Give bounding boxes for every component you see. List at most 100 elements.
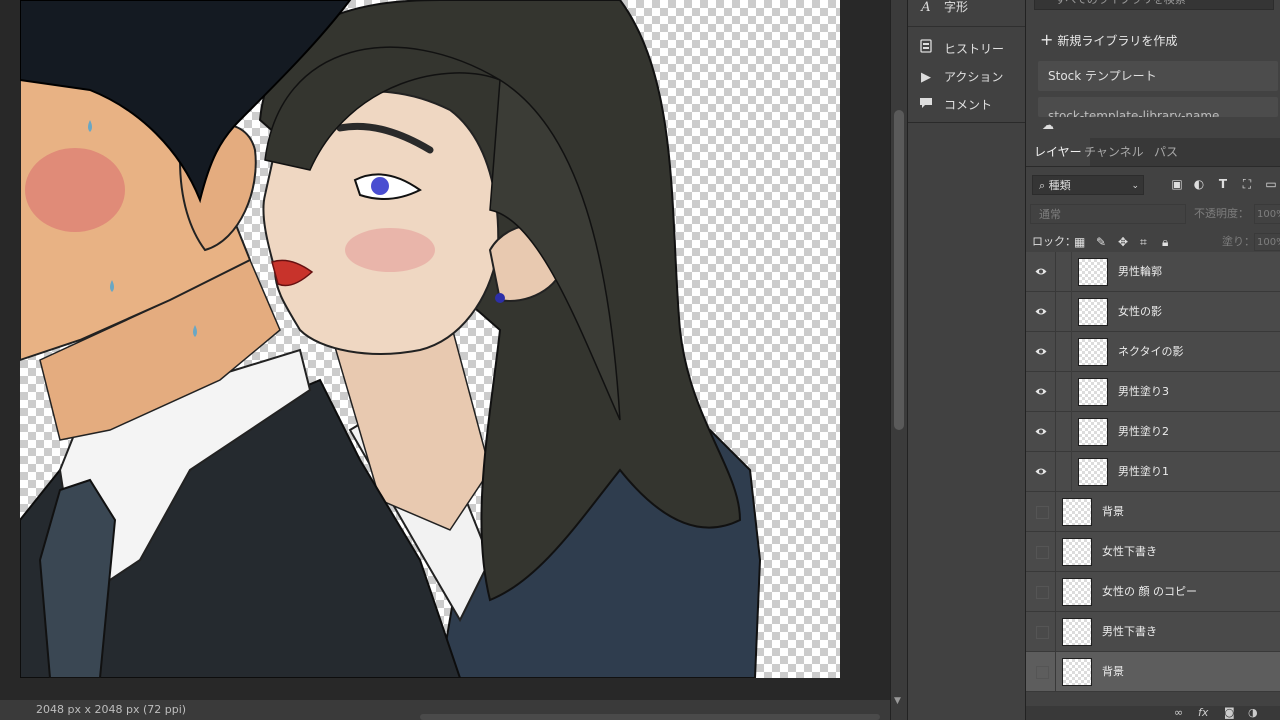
layer-row[interactable]: 女性の影 [1026,292,1280,332]
artwork-illustration [20,0,762,678]
layer-row[interactable]: 男性輪郭 [1026,252,1280,292]
search-icon: ⌕ [1039,179,1046,192]
layer-thumbnail[interactable] [1062,538,1092,566]
blend-opacity-row: 通常 不透明度： 100% [1026,202,1280,226]
layer-visibility-toggle[interactable] [1026,292,1056,332]
layer-filter-select[interactable]: ⌕ 種類 ⌄ [1032,175,1144,195]
layer-name[interactable]: 背景 [1102,492,1124,532]
lock-move-icon[interactable]: ✥ [1118,232,1128,252]
lock-all-icon[interactable]: 🔒︎ [1162,232,1168,252]
layer-row[interactable]: 女性の 顔 のコピー [1026,572,1280,612]
panel-glyphs[interactable]: A 字形 [918,0,968,18]
filter-type-icon[interactable]: T [1216,176,1230,192]
layer-visibility-toggle[interactable] [1026,532,1056,572]
layer-thumbnail[interactable] [1078,418,1108,446]
filter-smart-object-icon[interactable]: ▭ [1264,176,1278,192]
layer-row[interactable]: 男性塗り3 [1026,372,1280,412]
filter-shape-icon[interactable]: ⛶ [1240,176,1254,192]
layer-thumbnail[interactable] [1078,458,1108,486]
chevron-down-icon: ⌄ [1131,181,1139,191]
lock-transparent-icon[interactable]: ▦ [1074,232,1085,252]
layer-thumbnail[interactable] [1062,498,1092,526]
layer-name[interactable]: 男性輪郭 [1118,252,1162,292]
clipping-indent [1056,332,1072,372]
layer-row[interactable]: 男性下書き [1026,612,1280,652]
clipping-indent [1056,452,1072,492]
layer-thumbnail[interactable] [1078,258,1108,286]
panel-actions[interactable]: ▶ アクション [918,66,1003,88]
layer-visibility-toggle[interactable] [1026,612,1056,652]
layer-row[interactable]: 背景 [1026,652,1280,692]
layer-name[interactable]: 女性の 顔 のコピー [1102,572,1197,612]
scroll-down-icon[interactable]: ▼ [894,696,901,706]
layer-name[interactable]: 男性塗り3 [1118,372,1169,412]
canvas-area[interactable]: 2048 px x 2048 px (72 ppi) [0,0,890,720]
history-icon [918,39,934,61]
layer-name[interactable]: 背景 [1102,652,1124,692]
lock-paint-icon[interactable]: ✎ [1096,232,1106,252]
layer-thumbnail[interactable] [1062,658,1092,686]
layer-name[interactable]: ネクタイの影 [1118,332,1184,372]
layer-visibility-toggle[interactable] [1026,652,1056,692]
hidden-visibility-box [1036,626,1049,639]
layer-list: 男性輪郭 女性の影 ネクタイの影 男性塗り3 男性塗り2 男性塗り1 背景 女性下書き 女性の … [1026,252,1280,706]
library-item-stock-template[interactable]: Stock テンプレート [1038,61,1278,91]
layer-visibility-toggle[interactable] [1026,332,1056,372]
layer-row[interactable]: 男性塗り1 [1026,452,1280,492]
hidden-visibility-box [1036,666,1049,679]
layer-name[interactable]: 女性の影 [1118,292,1162,332]
clipping-indent [1056,292,1072,332]
layers-panel-tabs: レイヤー チャンネル パス [1026,138,1280,167]
layer-visibility-toggle[interactable] [1026,412,1056,452]
library-item-stock-name[interactable]: stock-template-library-name [1038,97,1278,117]
layer-thumbnail[interactable] [1062,618,1092,646]
layer-visibility-toggle[interactable] [1026,252,1056,292]
plus-icon: + [1040,30,1054,49]
glyphs-icon: A [921,0,931,15]
layer-visibility-toggle[interactable] [1026,452,1056,492]
fx-icon[interactable]: fx [1198,706,1208,720]
adjustment-icon[interactable]: ◑ [1248,706,1258,720]
layer-name[interactable]: 男性塗り1 [1118,452,1169,492]
fill-label: 塗り： [1222,235,1255,248]
layer-name[interactable]: 男性塗り2 [1118,412,1169,452]
layer-name[interactable]: 男性下書き [1102,612,1157,652]
clipping-indent [1056,252,1072,292]
layer-row[interactable]: 背景 [1026,492,1280,532]
library-search-input[interactable]: すべてのライブラリを検索 [1034,0,1274,10]
layer-thumbnail[interactable] [1078,378,1108,406]
layer-row[interactable]: 男性塗り2 [1026,412,1280,452]
filter-pixel-icon[interactable]: ▣ [1170,176,1184,192]
lock-artboard-icon[interactable]: ⌗ [1140,232,1147,252]
filter-adjustment-icon[interactable]: ◐ [1192,176,1206,192]
hidden-visibility-box [1036,546,1049,559]
vertical-scroll-thumb[interactable] [894,110,904,430]
layer-thumbnail[interactable] [1062,578,1092,606]
cloud-icon: ☁ [1042,118,1054,132]
layer-visibility-toggle[interactable] [1026,372,1056,412]
document-canvas[interactable] [20,0,840,678]
layer-row[interactable]: 女性下書き [1026,532,1280,572]
lock-row: ロック： ▦ ✎ ✥ ⌗ 🔒︎ 塗り： 100% [1026,232,1280,254]
mask-icon[interactable]: ◙ [1224,706,1235,720]
layer-row[interactable]: ネクタイの影 [1026,332,1280,372]
fill-input[interactable]: 100% [1254,233,1280,251]
clipping-indent [1056,372,1072,412]
layer-thumbnail[interactable] [1078,298,1108,326]
tab-channels[interactable]: チャンネル [1076,138,1152,166]
create-library-button[interactable]: + 新規ライブラリを作成 [1040,30,1177,49]
horizontal-scrollbar[interactable] [420,714,880,720]
layer-visibility-toggle[interactable] [1026,492,1056,532]
layers-panel-footer: ∞ fx ◙ ◑ [1026,706,1280,720]
panel-history[interactable]: ヒストリー [918,38,1004,60]
link-icon[interactable]: ∞ [1174,706,1183,720]
layer-thumbnail[interactable] [1078,338,1108,366]
vertical-scrollbar[interactable]: ▼ [890,0,907,720]
panel-comments[interactable]: コメント [918,94,992,116]
blend-mode-select[interactable]: 通常 [1030,204,1186,224]
tab-paths[interactable]: パス [1146,138,1186,166]
layer-name[interactable]: 女性下書き [1102,532,1157,572]
opacity-input[interactable]: 100% [1254,204,1280,224]
collapsed-panels-column: A 字形 ヒストリー ▶ アクション コメント [907,0,1025,720]
layer-visibility-toggle[interactable] [1026,572,1056,612]
